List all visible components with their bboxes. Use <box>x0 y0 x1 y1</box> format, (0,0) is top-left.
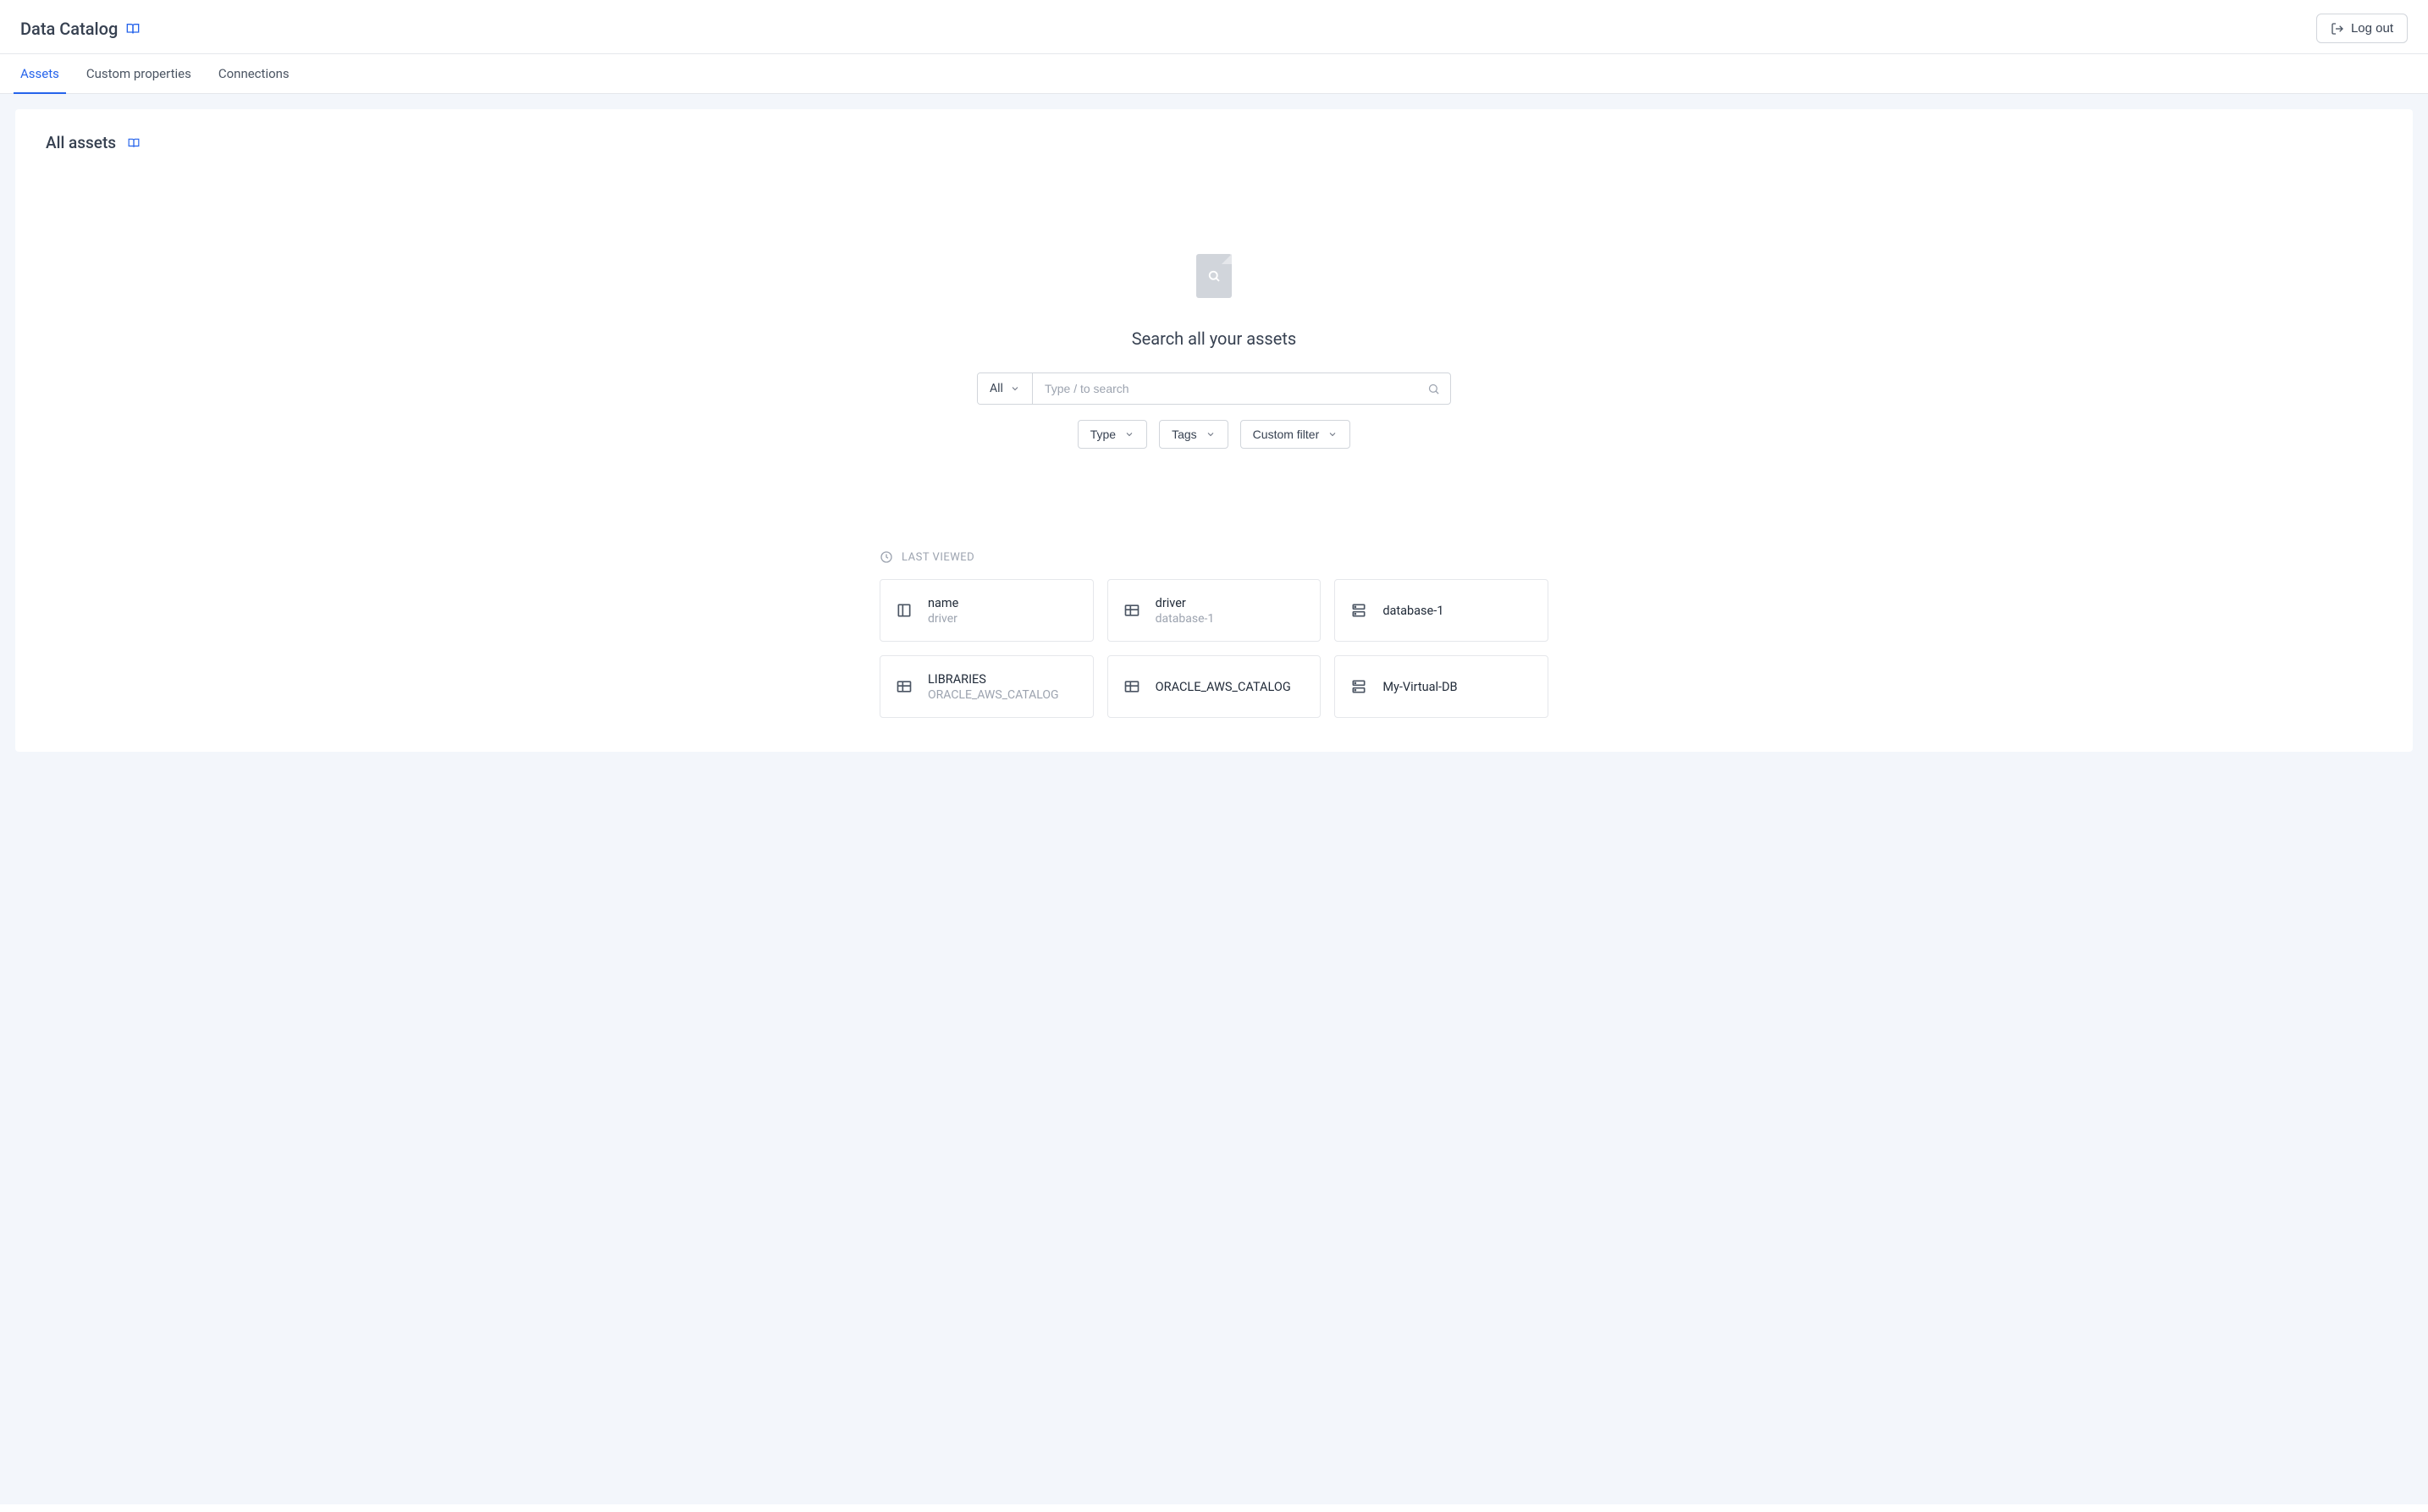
table-icon <box>1123 602 1140 619</box>
filter-tags-dropdown[interactable]: Tags <box>1159 420 1228 449</box>
database-icon <box>1350 678 1367 695</box>
logout-label: Log out <box>2351 21 2393 36</box>
search-scope-label: All <box>990 382 1003 395</box>
asset-card-title: LIBRARIES <box>928 672 1059 687</box>
asset-card[interactable]: LIBRARIESORACLE_AWS_CATALOG <box>880 655 1094 718</box>
asset-card[interactable]: database-1 <box>1334 579 1548 642</box>
chevron-down-icon <box>1327 429 1338 439</box>
table-icon <box>896 678 913 695</box>
panel-title-row: All assets <box>46 133 2382 152</box>
app-header: Data Catalog Log out <box>0 0 2428 54</box>
panel-title: All assets <box>46 133 116 152</box>
database-icon <box>1350 602 1367 619</box>
page-background: All assets Search all your assets All <box>0 94 2428 1504</box>
logout-button[interactable]: Log out <box>2316 14 2408 43</box>
asset-card[interactable]: name driver <box>880 579 1094 642</box>
search-scope-dropdown[interactable]: All <box>978 373 1033 404</box>
asset-card[interactable]: My-Virtual-DB <box>1334 655 1548 718</box>
asset-card-subtitle: ORACLE_AWS_CATALOG <box>928 688 1059 702</box>
last-viewed-label: LAST VIEWED <box>902 551 974 564</box>
search-input[interactable] <box>1033 373 1417 404</box>
asset-card-subtitle: database-1 <box>1156 612 1215 626</box>
logout-icon <box>2331 22 2344 36</box>
file-search-icon <box>1196 254 1232 298</box>
assets-panel: All assets Search all your assets All <box>15 109 2413 752</box>
table-icon <box>1123 678 1140 695</box>
tab-assets[interactable]: Assets <box>20 54 59 93</box>
asset-card-title: driver <box>1156 596 1215 610</box>
asset-card-title: database-1 <box>1382 604 1443 618</box>
column-icon <box>896 602 913 619</box>
app-title: Data Catalog <box>20 19 118 39</box>
asset-card-title: name <box>928 596 958 610</box>
search-icon[interactable] <box>1417 373 1450 404</box>
search-row: All <box>977 372 1451 405</box>
asset-card-text: database-1 <box>1382 604 1443 618</box>
asset-card-text: My-Virtual-DB <box>1382 680 1457 694</box>
asset-card-text: ORACLE_AWS_CATALOG <box>1156 680 1291 694</box>
header-left: Data Catalog <box>20 19 140 39</box>
book-icon[interactable] <box>126 22 140 36</box>
clock-icon <box>880 550 893 564</box>
filter-custom-dropdown[interactable]: Custom filter <box>1240 420 1351 449</box>
chevron-down-icon <box>1206 429 1216 439</box>
last-viewed-header: LAST VIEWED <box>880 550 1548 564</box>
chevron-down-icon <box>1010 384 1020 394</box>
asset-card[interactable]: driver database-1 <box>1107 579 1322 642</box>
asset-card-title: My-Virtual-DB <box>1382 680 1457 694</box>
book-icon[interactable] <box>128 137 140 149</box>
filter-row: Type Tags Custom filter <box>1078 420 1351 449</box>
last-viewed-grid: name driver driver database-1 database-1 LIBR… <box>880 579 1548 718</box>
asset-card-title: ORACLE_AWS_CATALOG <box>1156 680 1291 694</box>
asset-card[interactable]: ORACLE_AWS_CATALOG <box>1107 655 1322 718</box>
tab-connections[interactable]: Connections <box>218 54 290 93</box>
nav-tabs: Assets Custom properties Connections <box>0 54 2428 94</box>
asset-card-text: name driver <box>928 596 958 626</box>
asset-card-text: LIBRARIESORACLE_AWS_CATALOG <box>928 672 1059 702</box>
asset-card-text: driver database-1 <box>1156 596 1215 626</box>
chevron-down-icon <box>1124 429 1134 439</box>
filter-type-dropdown[interactable]: Type <box>1078 420 1147 449</box>
asset-card-subtitle: driver <box>928 612 958 626</box>
search-hero: Search all your assets All Type <box>46 254 2382 449</box>
tab-custom-properties[interactable]: Custom properties <box>86 54 191 93</box>
search-hero-title: Search all your assets <box>1132 328 1296 349</box>
last-viewed-section: LAST VIEWED name driver driver database-1 da… <box>880 550 1548 718</box>
